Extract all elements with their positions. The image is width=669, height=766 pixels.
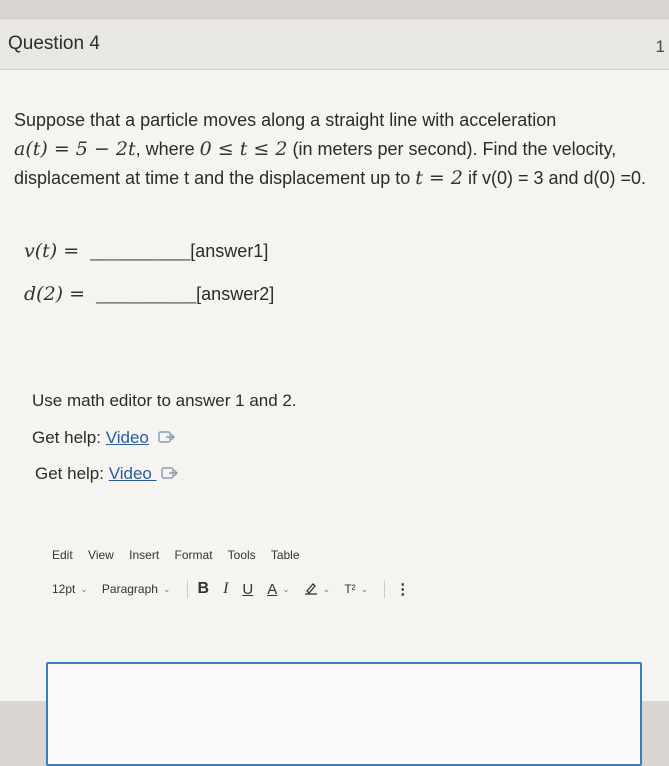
text-color-icon: A (267, 580, 278, 598)
menu-format[interactable]: Format (175, 548, 213, 562)
answer-1-tag: [answer1] (190, 241, 269, 261)
answer-2-blank[interactable]: __________ (96, 284, 196, 304)
help-label: Get help: (32, 428, 106, 447)
font-size-value: 12pt (52, 582, 76, 596)
chevron-down-icon: ⌄ (162, 583, 171, 594)
external-link-icon (157, 429, 176, 449)
text-color-button[interactable]: A ⌄ (267, 581, 290, 598)
menu-insert[interactable]: Insert (129, 548, 159, 562)
help-line-2: Get help: Video (35, 464, 179, 485)
chevron-down-icon: ⌄ (360, 583, 369, 594)
question-prompt: Suppose that a particle moves along a st… (14, 106, 664, 193)
help-line-1: Get help: Video (32, 428, 176, 449)
time-value-formula: t = 2 (415, 167, 463, 189)
toolbar-divider (186, 580, 188, 598)
menu-view[interactable]: View (88, 548, 114, 562)
answer-2-label: d(2) = (24, 283, 86, 305)
time-range-formula: 0 ≤ t ≤ 2 (199, 138, 288, 160)
underline-button[interactable]: U (242, 581, 253, 598)
help-label: Get help: (35, 464, 109, 483)
rich-text-editor-area[interactable] (46, 662, 642, 766)
highlighter-icon (304, 581, 318, 598)
superscript-button[interactable]: T² ⌄ (344, 582, 368, 596)
chevron-down-icon: ⌄ (282, 583, 290, 594)
prompt-text: displacement at time t and the displacem… (14, 168, 416, 188)
answer-row-2: d(2) = __________[answer2] (24, 283, 274, 305)
toolbar-divider (384, 580, 386, 598)
more-options-icon[interactable]: ⋮ (395, 580, 410, 598)
editor-menubar: Edit View Insert Format Tools Table (52, 548, 312, 562)
question-header: Question 4 1 (0, 19, 669, 70)
answer-1-blank[interactable]: __________ (90, 241, 190, 261)
editor-toolbar: 12pt ⌄ Paragraph ⌄ B I U A ⌄ ⌄ T² ⌄ ⋮ (52, 578, 410, 600)
chevron-down-icon: ⌄ (322, 583, 331, 594)
question-points: 1 (655, 37, 665, 56)
answer-2-tag: [answer2] (196, 284, 275, 304)
block-format-value: Paragraph (101, 582, 158, 596)
chevron-down-icon: ⌄ (80, 583, 88, 594)
prompt-text: if v(0) = 3 and d(0) =0. (462, 168, 647, 188)
prompt-text: , where (135, 139, 200, 159)
question-panel: Question 4 1 Suppose that a particle mov… (0, 18, 669, 766)
italic-button[interactable]: I (223, 580, 228, 598)
highlight-color-button[interactable]: ⌄ (304, 581, 331, 598)
question-title: Question 4 (8, 33, 100, 54)
prompt-text: (in meters per second). Find the velocit… (287, 139, 617, 159)
answer-row-1: v(t) = __________[answer1] (24, 240, 268, 262)
prompt-line-1: Suppose that a particle moves along a st… (14, 110, 557, 130)
question-body: Suppose that a particle moves along a st… (0, 70, 669, 766)
superscript-icon: T² (344, 582, 356, 596)
external-link-icon (160, 465, 179, 485)
help-video-link-2[interactable]: Video (109, 464, 157, 483)
menu-tools[interactable]: Tools (228, 548, 256, 562)
help-video-link-1[interactable]: Video (106, 428, 149, 447)
bold-button[interactable]: B (198, 580, 210, 598)
menu-table[interactable]: Table (271, 548, 300, 562)
block-format-select[interactable]: Paragraph ⌄ (102, 582, 171, 596)
answer-1-label: v(t) = (24, 240, 80, 262)
acceleration-formula: a(t) = 5 − 2t (14, 138, 136, 160)
menu-edit[interactable]: Edit (52, 548, 73, 562)
font-size-select[interactable]: 12pt ⌄ (52, 582, 88, 596)
instructions-note: Use math editor to answer 1 and 2. (32, 391, 297, 410)
